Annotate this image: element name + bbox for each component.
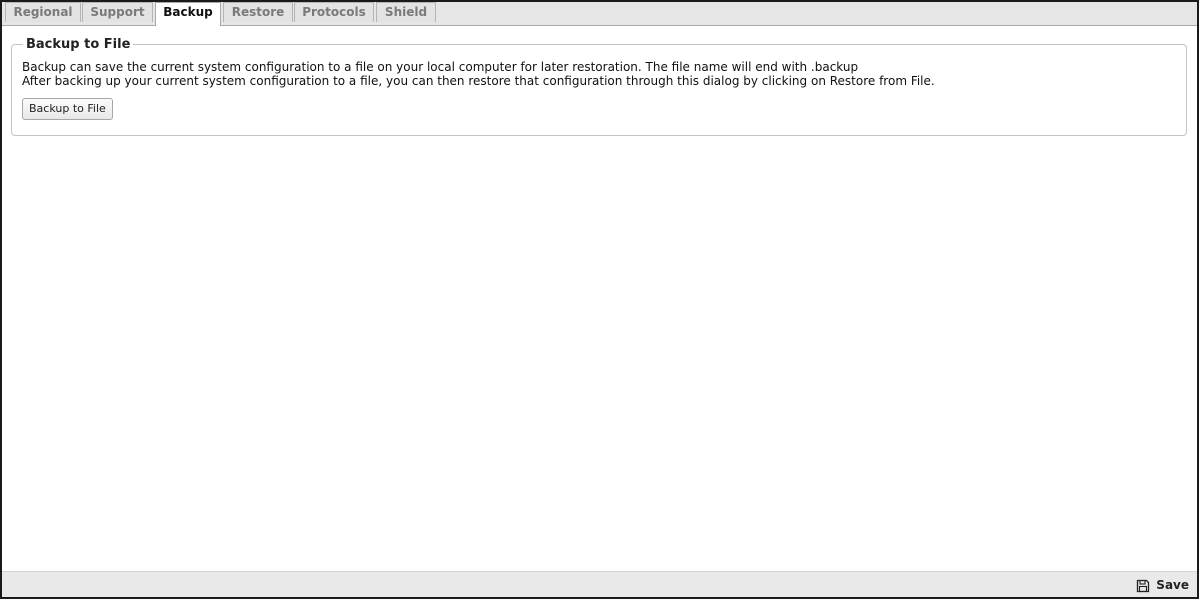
backup-panel-title: Backup to File	[26, 37, 131, 52]
tab-backup[interactable]: Backup	[155, 2, 221, 26]
backup-panel: Backup to File Backup can save the curre…	[11, 37, 1187, 136]
backup-description-line-2: After backing up your current system con…	[22, 74, 935, 88]
save-button[interactable]: Save	[1136, 576, 1189, 594]
tab-shield[interactable]: Shield	[376, 2, 436, 22]
backup-to-file-button[interactable]: Backup to File	[22, 98, 113, 120]
floppy-disk-icon	[1136, 578, 1150, 593]
tab-content: Backup to File Backup can save the curre…	[2, 26, 1197, 572]
backup-description-line-1: Backup can save the current system confi…	[22, 60, 859, 74]
tab-protocols[interactable]: Protocols	[294, 2, 374, 22]
tab-bar: Regional Support Backup Restore Protocol…	[2, 2, 1197, 26]
tab-restore[interactable]: Restore	[223, 2, 293, 22]
settings-window: Regional Support Backup Restore Protocol…	[0, 0, 1199, 599]
save-label: Save	[1156, 578, 1189, 592]
footer-bar: Save	[2, 571, 1197, 597]
backup-description: Backup can save the current system confi…	[22, 60, 1176, 88]
tab-regional[interactable]: Regional	[5, 2, 81, 22]
tab-support[interactable]: Support	[82, 2, 153, 22]
